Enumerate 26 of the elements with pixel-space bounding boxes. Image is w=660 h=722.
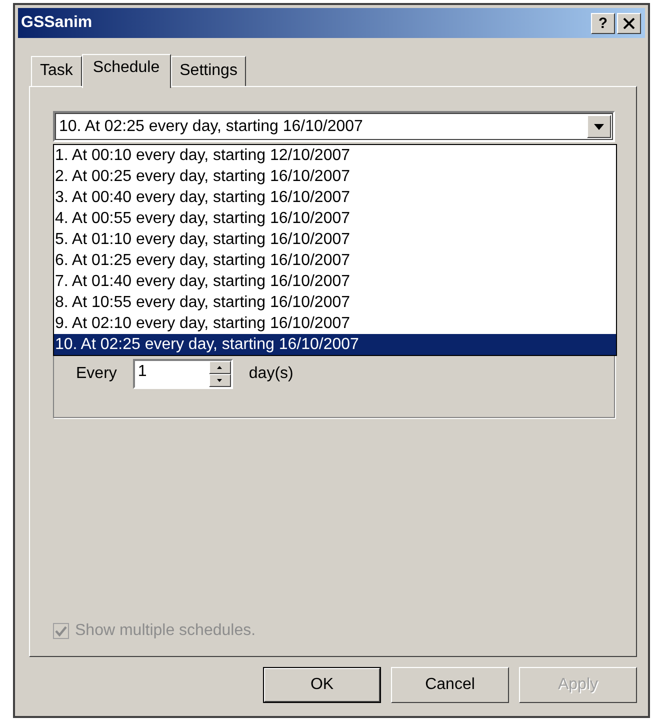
dropdown-option[interactable]: 2. At 00:25 every day, starting 16/10/2007: [54, 166, 616, 187]
spin-up-icon[interactable]: [208, 361, 231, 374]
dropdown-option[interactable]: 7. At 01:40 every day, starting 16/10/2007: [54, 271, 616, 292]
interval-spinner[interactable]: 1: [132, 359, 233, 389]
dropdown-option[interactable]: 3. At 00:40 every day, starting 16/10/2007: [54, 187, 616, 208]
dialog-button[interactable]: Cancel: [391, 667, 509, 703]
dropdown-option[interactable]: 10. At 02:25 every day, starting 16/10/2007: [54, 334, 616, 355]
dropdown-option[interactable]: 9. At 02:10 every day, starting 16/10/2007: [54, 313, 616, 334]
dropdown-option[interactable]: 6. At 01:25 every day, starting 16/10/2007: [54, 250, 616, 271]
tab[interactable]: Schedule: [82, 54, 171, 88]
unit-label: day(s): [248, 365, 294, 383]
dropdown-option[interactable]: 4. At 00:55 every day, starting 16/10/2007: [54, 208, 616, 229]
window-title: GSSanim: [21, 14, 92, 32]
dialog-button[interactable]: OK: [263, 667, 381, 703]
dropdown-option[interactable]: 1. At 00:10 every day, starting 12/10/2007: [54, 145, 616, 166]
tab[interactable]: Task: [31, 56, 82, 86]
checkbox-label: Show multiple schedules.: [75, 622, 256, 640]
tab[interactable]: Settings: [170, 56, 246, 86]
close-button[interactable]: [617, 12, 641, 34]
spin-down-icon[interactable]: [208, 374, 231, 387]
help-button[interactable]: ?: [591, 12, 615, 34]
every-label: Every: [76, 365, 117, 383]
close-icon: [623, 18, 635, 28]
schedule-dropdown[interactable]: 10. At 02:25 every day, starting 16/10/2007: [53, 111, 615, 142]
dropdown-option[interactable]: 5. At 01:10 every day, starting 16/10/2007: [54, 229, 616, 250]
dropdown-option[interactable]: 8. At 10:55 every day, starting 16/10/2007: [54, 292, 616, 313]
